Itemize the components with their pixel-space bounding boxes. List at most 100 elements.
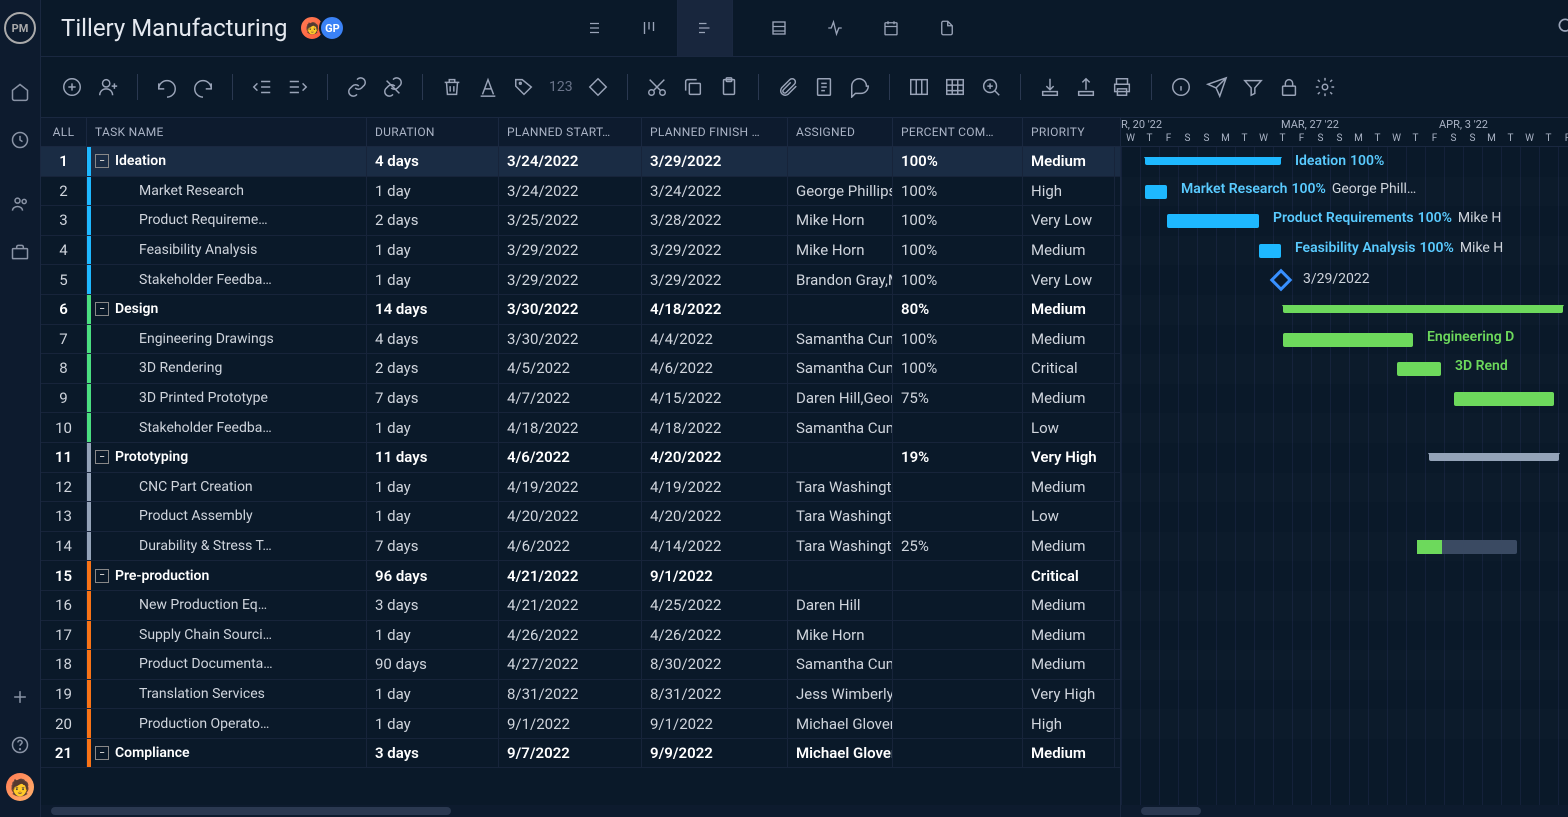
task-row[interactable]: 7Engineering Drawings4 days3/30/20224/4/… <box>41 325 1120 355</box>
grid-icon[interactable] <box>944 76 966 98</box>
grid-h-scroll[interactable] <box>41 805 1120 817</box>
paste-icon[interactable] <box>718 76 740 98</box>
gantt-bar[interactable]: Engineering D <box>1283 333 1413 347</box>
lock-icon[interactable] <box>1278 76 1300 98</box>
gantt-bar[interactable]: Ideation100% <box>1145 157 1281 165</box>
collapse-toggle[interactable]: − <box>95 746 109 760</box>
toolbar: 123 <box>41 57 1568 117</box>
task-row[interactable]: 93D Printed Prototype7 days4/7/20224/15/… <box>41 384 1120 414</box>
task-row[interactable]: 14Durability & Stress T…7 days4/6/20224/… <box>41 532 1120 562</box>
collapse-toggle[interactable]: − <box>95 569 109 583</box>
gantt-bar[interactable]: 3D Rend <box>1397 362 1441 376</box>
add-icon[interactable] <box>0 677 40 717</box>
task-row[interactable]: 13Product Assembly1 day4/20/20224/20/202… <box>41 502 1120 532</box>
app-logo[interactable]: PM <box>4 12 36 44</box>
link-icon[interactable] <box>346 76 368 98</box>
calendar-view-tab[interactable] <box>863 0 919 56</box>
redo-icon[interactable] <box>192 76 214 98</box>
collapse-toggle[interactable]: − <box>95 302 109 316</box>
milestone-icon[interactable] <box>587 76 609 98</box>
indent-icon[interactable] <box>287 76 309 98</box>
col-finish[interactable]: PLANNED FINISH … <box>642 118 788 146</box>
task-row[interactable]: 21−Compliance3 days9/7/20229/9/2022Micha… <box>41 739 1120 769</box>
copy-icon[interactable] <box>682 76 704 98</box>
task-row[interactable]: 12CNC Part Creation1 day4/19/20224/19/20… <box>41 473 1120 503</box>
gantt-bar[interactable]: Product Requirements100%Mike H <box>1167 214 1259 228</box>
task-row[interactable]: 2Market Research1 day3/24/20223/24/2022G… <box>41 177 1120 207</box>
add-task-icon[interactable] <box>61 76 83 98</box>
col-percent[interactable]: PERCENT COM… <box>893 118 1023 146</box>
task-row[interactable]: 20Production Operato…1 day9/1/20229/1/20… <box>41 709 1120 739</box>
help-icon[interactable] <box>0 725 40 765</box>
task-row[interactable]: 15−Pre-production96 days4/21/20229/1/202… <box>41 561 1120 591</box>
col-duration[interactable]: DURATION <box>367 118 499 146</box>
sheet-view-tab[interactable] <box>751 0 807 56</box>
home-icon[interactable] <box>0 72 40 112</box>
task-row[interactable]: 11−Prototyping11 days4/6/20224/20/202219… <box>41 443 1120 473</box>
collapse-toggle[interactable]: − <box>95 154 109 168</box>
recent-icon[interactable] <box>0 120 40 160</box>
user-avatar[interactable]: 🧑 <box>6 773 34 801</box>
export-icon[interactable] <box>1075 76 1097 98</box>
comments-icon[interactable] <box>849 76 871 98</box>
task-row[interactable]: 3Product Requireme…2 days3/25/20223/28/2… <box>41 206 1120 236</box>
col-start[interactable]: PLANNED START… <box>499 118 642 146</box>
col-assigned[interactable]: ASSIGNED <box>788 118 893 146</box>
avatar-2[interactable]: GP <box>319 15 345 41</box>
collapse-toggle[interactable]: − <box>95 450 109 464</box>
gantt-bar[interactable]: Feasibility Analysis100%Mike H <box>1259 244 1281 258</box>
task-row[interactable]: 1−Ideation4 days3/24/20223/29/2022100%Me… <box>41 147 1120 177</box>
task-row[interactable]: 4Feasibility Analysis1 day3/29/20223/29/… <box>41 236 1120 266</box>
zoom-icon[interactable] <box>980 76 1002 98</box>
activity-view-tab[interactable] <box>807 0 863 56</box>
task-row[interactable]: 6−Design14 days3/30/20224/18/202280%Medi… <box>41 295 1120 325</box>
text-format-icon[interactable] <box>477 76 499 98</box>
number-format-btn[interactable]: 123 <box>549 79 573 95</box>
import-icon[interactable] <box>1039 76 1061 98</box>
gantt-bar[interactable] <box>1454 392 1554 406</box>
filter-icon[interactable] <box>1242 76 1264 98</box>
task-row[interactable]: 17Supply Chain Sourci…1 day4/26/20224/26… <box>41 621 1120 651</box>
grid-body[interactable]: 1−Ideation4 days3/24/20223/29/2022100%Me… <box>41 147 1120 805</box>
attachment-icon[interactable] <box>777 76 799 98</box>
tag-icon[interactable] <box>513 76 535 98</box>
task-row[interactable]: 18Product Documenta…90 days4/27/20228/30… <box>41 650 1120 680</box>
notes-icon[interactable] <box>813 76 835 98</box>
outdent-icon[interactable] <box>251 76 273 98</box>
gantt-bar[interactable] <box>1417 540 1517 554</box>
board-view-tab[interactable] <box>621 0 677 56</box>
task-row[interactable]: 16New Production Eq…3 days4/21/20224/25/… <box>41 591 1120 621</box>
gantt-h-scroll[interactable] <box>1121 805 1568 817</box>
gantt-body[interactable]: Ideation100% Market Research100%George Ph… <box>1121 147 1568 805</box>
grid-header: ALL TASK NAME DURATION PLANNED START… PL… <box>41 117 1120 147</box>
files-view-tab[interactable] <box>919 0 975 56</box>
unlink-icon[interactable] <box>382 76 404 98</box>
print-icon[interactable] <box>1111 76 1133 98</box>
task-row[interactable]: 5Stakeholder Feedba…1 day3/29/20223/29/2… <box>41 265 1120 295</box>
undo-icon[interactable] <box>156 76 178 98</box>
gantt-chart[interactable]: R, 20 '22MAR, 27 '22APR, 3 '22 WTFSSMTWT… <box>1121 117 1568 817</box>
delete-icon[interactable] <box>441 76 463 98</box>
gantt-bar[interactable] <box>1429 453 1559 461</box>
cut-icon[interactable] <box>646 76 668 98</box>
settings-icon[interactable] <box>1314 76 1336 98</box>
col-all[interactable]: ALL <box>41 118 87 146</box>
task-row[interactable]: 83D Rendering2 days4/5/20224/6/2022Saman… <box>41 354 1120 384</box>
task-row[interactable]: 19Translation Services1 day8/31/20228/31… <box>41 680 1120 710</box>
gantt-bar[interactable]: Market Research100%George Phill… <box>1145 185 1167 199</box>
list-view-tab[interactable] <box>565 0 621 56</box>
col-name[interactable]: TASK NAME <box>87 118 367 146</box>
gantt-bar[interactable] <box>1283 305 1563 313</box>
briefcase-icon[interactable] <box>0 232 40 272</box>
task-row[interactable]: 10Stakeholder Feedba…1 day4/18/20224/18/… <box>41 413 1120 443</box>
gantt-view-tab[interactable] <box>677 0 733 56</box>
search-icon[interactable] <box>1556 16 1568 40</box>
columns-icon[interactable] <box>908 76 930 98</box>
info-icon[interactable] <box>1170 76 1192 98</box>
col-priority[interactable]: PRIORITY <box>1023 118 1115 146</box>
add-user-icon[interactable] <box>97 76 119 98</box>
project-avatars[interactable]: 🧑 GP <box>305 15 345 41</box>
team-icon[interactable] <box>0 184 40 224</box>
task-grid: ALL TASK NAME DURATION PLANNED START… PL… <box>41 117 1121 817</box>
send-icon[interactable] <box>1206 76 1228 98</box>
